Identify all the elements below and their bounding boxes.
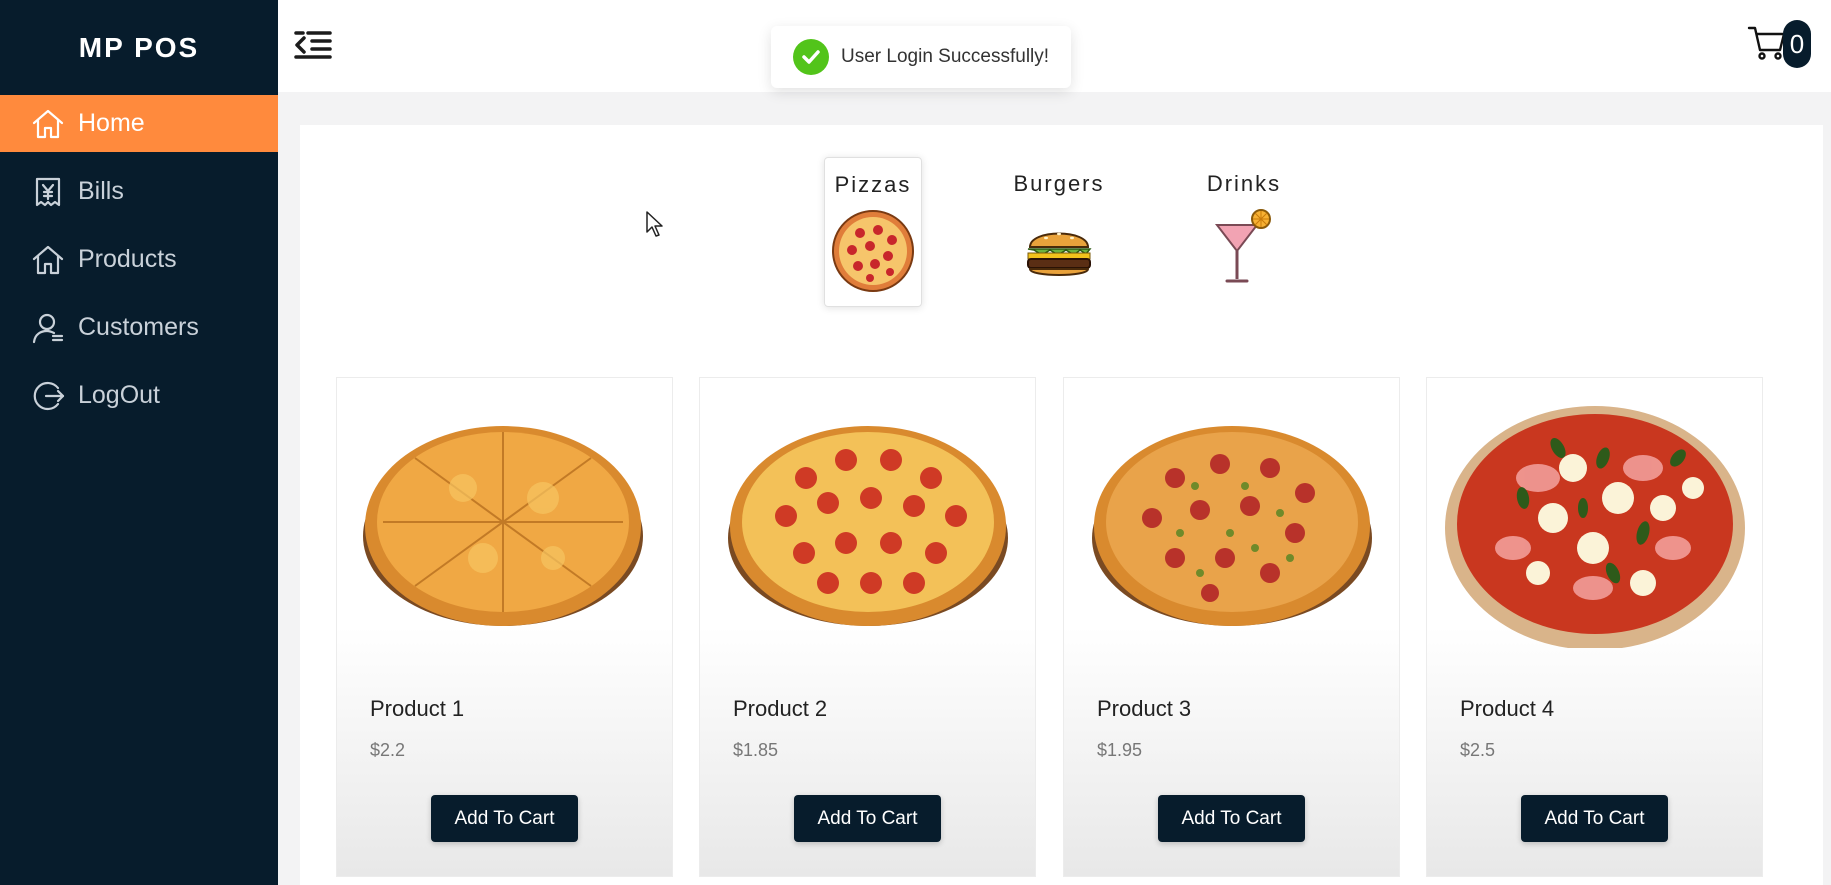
cocktail-icon xyxy=(1214,209,1271,283)
success-toast: User Login Successfully! xyxy=(771,26,1071,88)
cart-button[interactable]: 0 xyxy=(1747,20,1811,68)
sidebar-item-label: Bills xyxy=(78,177,124,205)
add-to-cart-button[interactable]: Add To Cart xyxy=(431,795,578,842)
sidebar-item-customers[interactable]: Customers xyxy=(0,299,278,356)
category-label: Pizzas xyxy=(834,172,912,197)
sidebar-item-products[interactable]: Products xyxy=(0,231,278,288)
product-grid: Product 1 $2.2 Add To Cart Product 2 $1.… xyxy=(336,377,1766,885)
product-card: Product 3 $1.95 Add To Cart xyxy=(1063,377,1400,877)
user-icon xyxy=(30,310,66,346)
product-card: Product 4 $2.5 Add To Cart xyxy=(1426,377,1763,877)
margherita-pizza-image xyxy=(1445,406,1745,648)
sidebar: MP POS Home Bills Products Customers Log… xyxy=(0,0,278,885)
logout-icon xyxy=(30,378,66,414)
mouse-pointer-icon xyxy=(646,211,663,237)
toast-message: User Login Successfully! xyxy=(841,46,1050,67)
home-icon xyxy=(30,242,66,278)
sidebar-item-logout[interactable]: LogOut xyxy=(0,367,278,424)
check-circle-icon xyxy=(793,39,829,75)
product-name: Product 1 xyxy=(370,696,465,721)
category-label: Burgers xyxy=(1013,171,1105,196)
category-burgers[interactable]: Burgers xyxy=(1010,157,1108,307)
sidebar-item-label: Products xyxy=(78,245,177,273)
sidebar-item-label: Home xyxy=(78,109,145,137)
burger-icon xyxy=(1027,232,1092,276)
menu-fold-icon[interactable] xyxy=(292,24,334,66)
cheese-pizza-image xyxy=(363,426,643,626)
sidebar-item-home[interactable]: Home xyxy=(0,95,278,152)
product-price: $1.95 xyxy=(1097,740,1143,760)
cart-count-badge: 0 xyxy=(1783,20,1811,68)
pepperoni-pizza-image xyxy=(728,426,1008,626)
shopping-cart-icon xyxy=(1747,22,1787,67)
main-content: Pizzas Burgers Drinks Product 1 $2.2 Add… xyxy=(300,125,1823,885)
add-to-cart-button[interactable]: Add To Cart xyxy=(1521,795,1668,842)
sidebar-item-label: LogOut xyxy=(78,381,161,409)
add-to-cart-button[interactable]: Add To Cart xyxy=(794,795,941,842)
product-name: Product 2 xyxy=(733,696,828,721)
category-label: Drinks xyxy=(1206,171,1282,196)
bill-icon xyxy=(30,174,66,210)
category-drinks[interactable]: Drinks xyxy=(1195,157,1293,307)
product-card: Product 1 $2.2 Add To Cart xyxy=(336,377,673,877)
supreme-pizza-image xyxy=(1092,426,1372,626)
product-name: Product 3 xyxy=(1097,696,1192,721)
category-list: Pizzas Burgers Drinks xyxy=(300,157,1823,307)
product-card: Product 2 $1.85 Add To Cart xyxy=(699,377,1036,877)
add-to-cart-button[interactable]: Add To Cart xyxy=(1158,795,1305,842)
pizza-icon xyxy=(832,210,914,292)
app-brand: MP POS xyxy=(78,31,200,63)
category-pizzas[interactable]: Pizzas xyxy=(824,157,922,307)
product-name: Product 4 xyxy=(1460,696,1555,721)
product-price: $2.5 xyxy=(1460,740,1496,760)
sidebar-item-bills[interactable]: Bills xyxy=(0,163,278,220)
home-icon xyxy=(30,106,66,142)
product-price: $1.85 xyxy=(733,740,779,760)
sidebar-nav: Home Bills Products Customers LogOut xyxy=(0,95,278,424)
product-price: $2.2 xyxy=(370,740,406,760)
sidebar-item-label: Customers xyxy=(78,313,199,341)
